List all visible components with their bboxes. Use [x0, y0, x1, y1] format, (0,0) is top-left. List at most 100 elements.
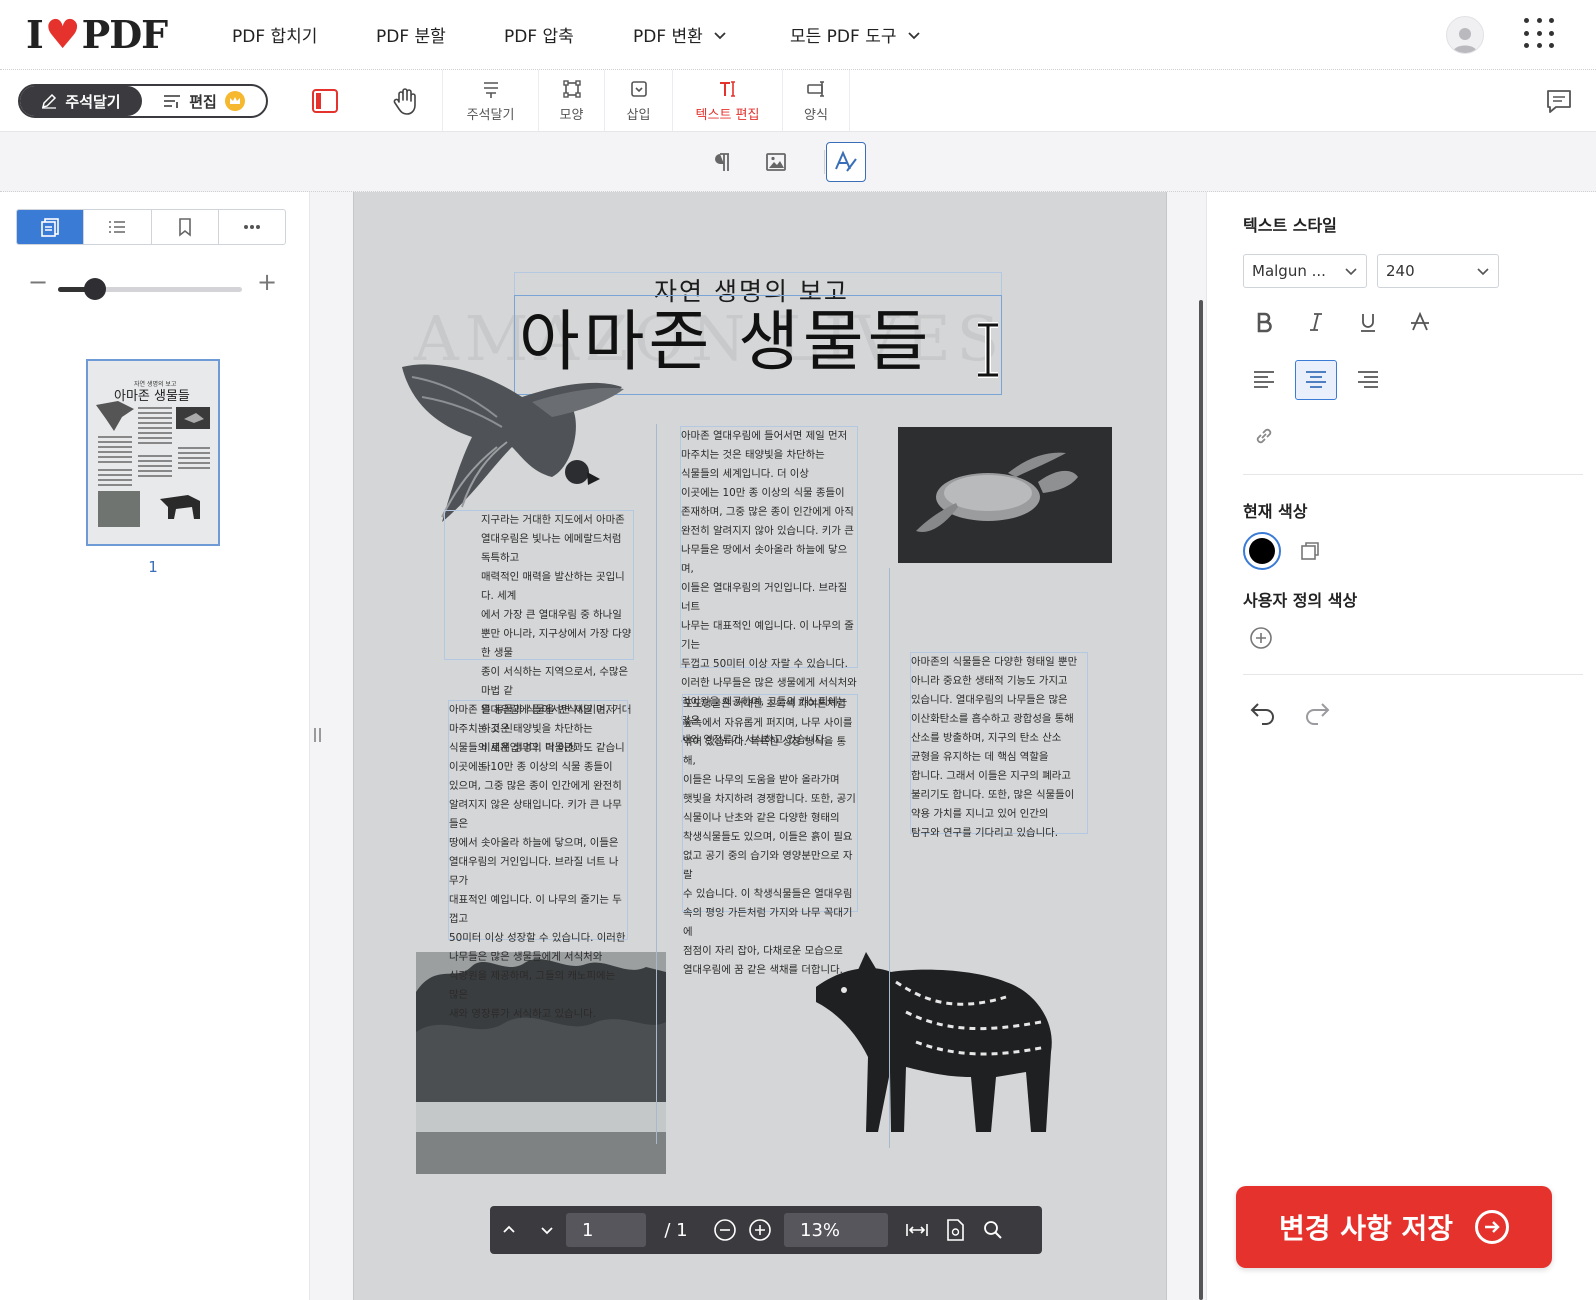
- save-changes-button[interactable]: 변경 사항 저장: [1236, 1186, 1552, 1268]
- document-scrollbar[interactable]: [1196, 192, 1206, 1300]
- text-style-heading: 텍스트 스타일: [1243, 216, 1337, 235]
- zoom-out-document-button[interactable]: [706, 1206, 744, 1254]
- nav-merge-pdf[interactable]: PDF 합치기: [232, 22, 317, 47]
- mode-annotate-label: 주석달기: [65, 92, 121, 111]
- editor-toolbar: 주석달기 편집 주석달기 모양 삽입 텍스트 편집 양식: [0, 70, 1596, 132]
- align-right-button[interactable]: [1347, 360, 1389, 400]
- bold-icon: [1257, 312, 1272, 333]
- bookmark-icon: [178, 218, 191, 237]
- nav-compress-pdf[interactable]: PDF 압축: [504, 22, 574, 47]
- fit-page-button[interactable]: [936, 1206, 974, 1254]
- text-style-mode-button[interactable]: [826, 142, 866, 182]
- comment-icon[interactable]: [1544, 86, 1574, 116]
- tool-form[interactable]: 양식: [782, 70, 850, 131]
- mode-toggle[interactable]: 주석달기 편집: [18, 84, 268, 118]
- scrollbar-thumb[interactable]: [1199, 300, 1203, 1300]
- bold-button[interactable]: [1243, 302, 1285, 342]
- nav-split-pdf[interactable]: PDF 분할: [376, 22, 446, 47]
- subbar-divider: [824, 150, 825, 174]
- align-left-button[interactable]: [1243, 360, 1285, 400]
- column-guide-line: [656, 424, 657, 1144]
- tool-insert-label: 삽입: [626, 108, 651, 123]
- font-family-value: Malgun ...: [1252, 262, 1326, 280]
- user-avatar[interactable]: [1446, 16, 1484, 54]
- current-color-swatch[interactable]: [1243, 532, 1281, 570]
- paragraph-mode-button[interactable]: [702, 142, 742, 182]
- page-number-input[interactable]: 1: [566, 1213, 646, 1247]
- link-button[interactable]: [1243, 416, 1285, 456]
- font-size-select[interactable]: 240: [1377, 254, 1499, 288]
- user-icon: [1453, 28, 1477, 53]
- strikethrough-button[interactable]: [1399, 302, 1441, 342]
- tool-annotate[interactable]: 주석달기: [442, 70, 538, 131]
- zoom-in-document-button[interactable]: [744, 1206, 776, 1254]
- apps-grid-icon[interactable]: [1524, 18, 1556, 50]
- italic-icon: [1310, 313, 1322, 331]
- tool-insert[interactable]: 삽입: [604, 70, 672, 131]
- more-horizontal-icon: [243, 225, 260, 229]
- section-divider: [1243, 474, 1583, 475]
- tab-more[interactable]: [219, 210, 285, 244]
- nav-all-pdf-tools[interactable]: 모든 PDF 도구: [790, 22, 921, 47]
- sidebar-toggle-icon[interactable]: [310, 86, 340, 116]
- text-style-icon: [835, 150, 857, 172]
- zoom-slider-handle[interactable]: [83, 278, 106, 300]
- sea-turtle-image: [898, 427, 1112, 563]
- tab-thumbnails[interactable]: [17, 210, 85, 244]
- shape-icon: [562, 80, 581, 98]
- image-mode-button[interactable]: [756, 142, 796, 182]
- pages-icon: [41, 218, 59, 237]
- search-document-button[interactable]: [974, 1206, 1012, 1254]
- search-icon: [984, 1221, 1002, 1239]
- zoom-level-input[interactable]: 13%: [784, 1213, 888, 1247]
- text-edit-icon: [719, 81, 735, 97]
- text-block-col2-b[interactable]: 포도덩굴은 거대한 초록색 파이톤처럼 숲속에서 자유롭게 퍼지며, 나무 사이…: [682, 694, 858, 976]
- tab-outline[interactable]: [84, 210, 152, 244]
- right-panel: 텍스트 스타일 Malgun ... 240 현재 색상 사용자 정의 색상: [1206, 192, 1596, 1300]
- text-block-col1-b[interactable]: 아마존 열대우림에 들어서면 제일 먼저 마주치는 것은 태양빛을 차단하는 식…: [448, 700, 628, 1020]
- underline-button[interactable]: [1347, 302, 1389, 342]
- add-color-icon[interactable]: [1249, 626, 1273, 650]
- list-icon: [109, 221, 126, 233]
- previous-page-button[interactable]: [490, 1206, 528, 1254]
- font-family-select[interactable]: Malgun ...: [1243, 254, 1367, 288]
- thumbnail-page-number: 1: [148, 558, 158, 576]
- nav-convert-pdf[interactable]: PDF 변환: [633, 22, 727, 47]
- redo-icon[interactable]: [1303, 700, 1331, 726]
- hand-pan-icon[interactable]: [390, 86, 420, 116]
- italic-button[interactable]: [1295, 302, 1337, 342]
- splitter-grip-icon[interactable]: [312, 728, 322, 744]
- text-block-col2-a[interactable]: 아마존 열대우림에 들어서면 제일 먼저 마주치는 것은 태양빛을 차단하는 식…: [680, 426, 858, 746]
- zoom-in-icon: [749, 1219, 771, 1241]
- section-divider: [1243, 674, 1583, 675]
- undo-icon[interactable]: [1249, 700, 1277, 726]
- text-block-col1-a[interactable]: 지구라는 거대한 지도에서 아마존 열대우림은 빛나는 에메랄드처럼 독특하고 …: [444, 510, 634, 773]
- chevron-up-icon: [503, 1225, 515, 1233]
- text-block-col3[interactable]: 아마존의 식물들은 다양한 형태일 뿐만 아니라 중요한 생태적 기능도 가지고…: [910, 652, 1088, 839]
- mode-annotate-button[interactable]: 주석달기: [20, 86, 142, 116]
- tool-shape[interactable]: 모양: [538, 70, 604, 131]
- chevron-down-icon: [1345, 268, 1357, 276]
- ilovepdf-logo[interactable]: I ♥ PDF: [26, 11, 169, 58]
- chevron-down-icon: [541, 1227, 553, 1235]
- logo-text-pdf: PDF: [81, 11, 169, 57]
- arrow-right-circle-icon: [1475, 1210, 1510, 1244]
- tool-text-edit-label: 텍스트 편집: [695, 108, 760, 123]
- annotate-icon: [483, 82, 498, 98]
- panel-splitter[interactable]: [310, 192, 326, 1300]
- zoom-in-button[interactable]: +: [257, 270, 277, 294]
- zoom-out-button[interactable]: −: [28, 270, 48, 294]
- align-center-button[interactable]: [1295, 360, 1337, 400]
- page-total: / 1: [664, 1219, 688, 1241]
- page-thumbnail[interactable]: 자연 생명의 보고 아마존 생물들: [86, 359, 220, 546]
- thumbnail-zoom-slider[interactable]: [58, 278, 242, 300]
- copy-color-icon[interactable]: [1299, 540, 1321, 562]
- align-left-icon: [1254, 371, 1274, 388]
- fit-width-button[interactable]: [898, 1206, 936, 1254]
- mode-edit-button[interactable]: 편집: [142, 86, 266, 116]
- tab-bookmarks[interactable]: [152, 210, 219, 244]
- tool-text-edit[interactable]: 텍스트 편집: [672, 70, 782, 131]
- nav-all-pdf-tools-label: 모든 PDF 도구: [790, 27, 897, 47]
- next-page-button[interactable]: [528, 1206, 566, 1254]
- tool-annotate-label: 주석달기: [466, 108, 515, 123]
